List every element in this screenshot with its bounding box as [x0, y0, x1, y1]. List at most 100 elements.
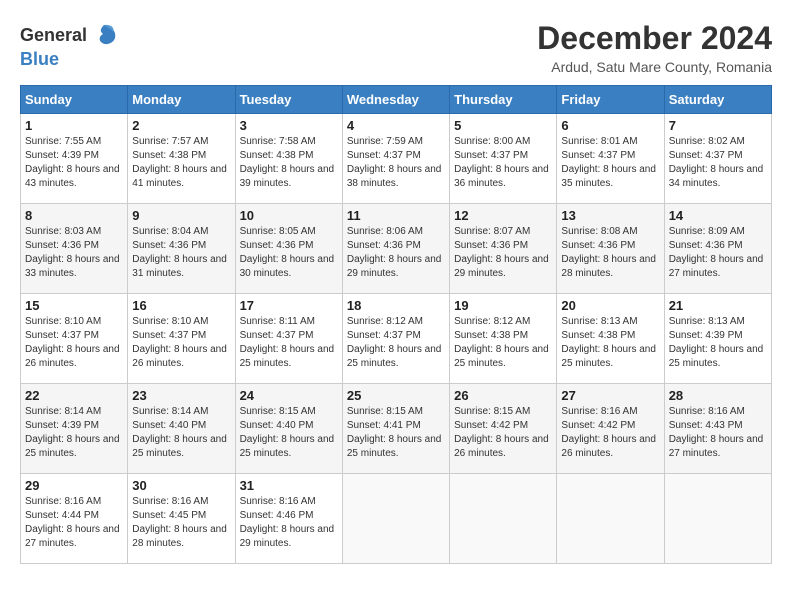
day-info: Sunrise: 8:10 AMSunset: 4:37 PMDaylight:… — [132, 316, 227, 369]
calendar-day-cell: 6 Sunrise: 8:01 AMSunset: 4:37 PMDayligh… — [557, 114, 664, 204]
day-number: 20 — [561, 298, 659, 313]
day-info: Sunrise: 8:16 AMSunset: 4:45 PMDaylight:… — [132, 496, 227, 549]
calendar-day-cell: 1 Sunrise: 7:55 AMSunset: 4:39 PMDayligh… — [21, 114, 128, 204]
calendar-day-cell: 29 Sunrise: 8:16 AMSunset: 4:44 PMDaylig… — [21, 474, 128, 564]
calendar-day-cell: 8 Sunrise: 8:03 AMSunset: 4:36 PMDayligh… — [21, 204, 128, 294]
day-info: Sunrise: 8:14 AMSunset: 4:40 PMDaylight:… — [132, 406, 227, 459]
calendar-day-cell: 26 Sunrise: 8:15 AMSunset: 4:42 PMDaylig… — [450, 384, 557, 474]
day-number: 23 — [132, 388, 230, 403]
day-number: 24 — [240, 388, 338, 403]
calendar-day-cell: 18 Sunrise: 8:12 AMSunset: 4:37 PMDaylig… — [342, 294, 449, 384]
calendar-day-cell: 20 Sunrise: 8:13 AMSunset: 4:38 PMDaylig… — [557, 294, 664, 384]
day-info: Sunrise: 8:06 AMSunset: 4:36 PMDaylight:… — [347, 226, 442, 279]
day-number: 7 — [669, 118, 767, 133]
calendar-day-cell: 9 Sunrise: 8:04 AMSunset: 4:36 PMDayligh… — [128, 204, 235, 294]
day-number: 2 — [132, 118, 230, 133]
day-info: Sunrise: 8:14 AMSunset: 4:39 PMDaylight:… — [25, 406, 120, 459]
day-info: Sunrise: 8:02 AMSunset: 4:37 PMDaylight:… — [669, 136, 764, 189]
day-number: 16 — [132, 298, 230, 313]
calendar-day-cell: 23 Sunrise: 8:14 AMSunset: 4:40 PMDaylig… — [128, 384, 235, 474]
calendar-table: SundayMondayTuesdayWednesdayThursdayFrid… — [20, 85, 772, 564]
day-info: Sunrise: 7:58 AMSunset: 4:38 PMDaylight:… — [240, 136, 335, 189]
day-info: Sunrise: 7:55 AMSunset: 4:39 PMDaylight:… — [25, 136, 120, 189]
weekday-header-cell: Friday — [557, 86, 664, 114]
calendar-week-row: 15 Sunrise: 8:10 AMSunset: 4:37 PMDaylig… — [21, 294, 772, 384]
calendar-day-cell: 24 Sunrise: 8:15 AMSunset: 4:40 PMDaylig… — [235, 384, 342, 474]
main-title: December 2024 — [537, 20, 772, 57]
weekday-header-cell: Monday — [128, 86, 235, 114]
day-info: Sunrise: 8:03 AMSunset: 4:36 PMDaylight:… — [25, 226, 120, 279]
calendar-day-cell — [450, 474, 557, 564]
calendar-day-cell: 19 Sunrise: 8:12 AMSunset: 4:38 PMDaylig… — [450, 294, 557, 384]
calendar-day-cell: 3 Sunrise: 7:58 AMSunset: 4:38 PMDayligh… — [235, 114, 342, 204]
weekday-header-cell: Wednesday — [342, 86, 449, 114]
logo-bird-icon — [89, 20, 119, 50]
day-number: 31 — [240, 478, 338, 493]
logo-text-general: General — [20, 26, 87, 44]
day-info: Sunrise: 7:59 AMSunset: 4:37 PMDaylight:… — [347, 136, 442, 189]
calendar-week-row: 29 Sunrise: 8:16 AMSunset: 4:44 PMDaylig… — [21, 474, 772, 564]
calendar-day-cell: 27 Sunrise: 8:16 AMSunset: 4:42 PMDaylig… — [557, 384, 664, 474]
title-block: December 2024 Ardud, Satu Mare County, R… — [537, 20, 772, 75]
calendar-day-cell: 4 Sunrise: 7:59 AMSunset: 4:37 PMDayligh… — [342, 114, 449, 204]
day-info: Sunrise: 8:11 AMSunset: 4:37 PMDaylight:… — [240, 316, 335, 369]
day-number: 12 — [454, 208, 552, 223]
logo-text-blue: Blue — [20, 49, 59, 69]
weekday-header-cell: Saturday — [664, 86, 771, 114]
calendar-day-cell: 21 Sunrise: 8:13 AMSunset: 4:39 PMDaylig… — [664, 294, 771, 384]
day-info: Sunrise: 8:15 AMSunset: 4:41 PMDaylight:… — [347, 406, 442, 459]
day-info: Sunrise: 8:16 AMSunset: 4:44 PMDaylight:… — [25, 496, 120, 549]
day-info: Sunrise: 8:04 AMSunset: 4:36 PMDaylight:… — [132, 226, 227, 279]
day-number: 17 — [240, 298, 338, 313]
weekday-header-cell: Sunday — [21, 86, 128, 114]
page-header: General Blue December 2024 Ardud, Satu M… — [20, 20, 772, 75]
day-number: 6 — [561, 118, 659, 133]
day-number: 29 — [25, 478, 123, 493]
weekday-header-row: SundayMondayTuesdayWednesdayThursdayFrid… — [21, 86, 772, 114]
day-info: Sunrise: 8:13 AMSunset: 4:38 PMDaylight:… — [561, 316, 656, 369]
day-number: 4 — [347, 118, 445, 133]
day-info: Sunrise: 8:07 AMSunset: 4:36 PMDaylight:… — [454, 226, 549, 279]
calendar-body: 1 Sunrise: 7:55 AMSunset: 4:39 PMDayligh… — [21, 114, 772, 564]
day-number: 3 — [240, 118, 338, 133]
calendar-day-cell — [342, 474, 449, 564]
day-number: 15 — [25, 298, 123, 313]
day-number: 19 — [454, 298, 552, 313]
weekday-header-cell: Tuesday — [235, 86, 342, 114]
logo: General Blue — [20, 20, 119, 70]
day-info: Sunrise: 8:15 AMSunset: 4:40 PMDaylight:… — [240, 406, 335, 459]
calendar-week-row: 22 Sunrise: 8:14 AMSunset: 4:39 PMDaylig… — [21, 384, 772, 474]
day-number: 27 — [561, 388, 659, 403]
day-number: 8 — [25, 208, 123, 223]
day-number: 11 — [347, 208, 445, 223]
calendar-day-cell: 25 Sunrise: 8:15 AMSunset: 4:41 PMDaylig… — [342, 384, 449, 474]
day-number: 10 — [240, 208, 338, 223]
calendar-day-cell: 28 Sunrise: 8:16 AMSunset: 4:43 PMDaylig… — [664, 384, 771, 474]
day-number: 25 — [347, 388, 445, 403]
calendar-day-cell: 15 Sunrise: 8:10 AMSunset: 4:37 PMDaylig… — [21, 294, 128, 384]
day-info: Sunrise: 8:16 AMSunset: 4:42 PMDaylight:… — [561, 406, 656, 459]
day-info: Sunrise: 8:16 AMSunset: 4:43 PMDaylight:… — [669, 406, 764, 459]
calendar-day-cell: 17 Sunrise: 8:11 AMSunset: 4:37 PMDaylig… — [235, 294, 342, 384]
calendar-day-cell: 22 Sunrise: 8:14 AMSunset: 4:39 PMDaylig… — [21, 384, 128, 474]
day-number: 26 — [454, 388, 552, 403]
calendar-day-cell: 16 Sunrise: 8:10 AMSunset: 4:37 PMDaylig… — [128, 294, 235, 384]
day-number: 28 — [669, 388, 767, 403]
day-number: 13 — [561, 208, 659, 223]
day-info: Sunrise: 7:57 AMSunset: 4:38 PMDaylight:… — [132, 136, 227, 189]
calendar-week-row: 1 Sunrise: 7:55 AMSunset: 4:39 PMDayligh… — [21, 114, 772, 204]
calendar-day-cell: 11 Sunrise: 8:06 AMSunset: 4:36 PMDaylig… — [342, 204, 449, 294]
calendar-day-cell: 14 Sunrise: 8:09 AMSunset: 4:36 PMDaylig… — [664, 204, 771, 294]
day-number: 5 — [454, 118, 552, 133]
subtitle: Ardud, Satu Mare County, Romania — [537, 59, 772, 75]
day-number: 9 — [132, 208, 230, 223]
calendar-day-cell: 12 Sunrise: 8:07 AMSunset: 4:36 PMDaylig… — [450, 204, 557, 294]
calendar-day-cell: 30 Sunrise: 8:16 AMSunset: 4:45 PMDaylig… — [128, 474, 235, 564]
calendar-day-cell: 31 Sunrise: 8:16 AMSunset: 4:46 PMDaylig… — [235, 474, 342, 564]
day-info: Sunrise: 8:01 AMSunset: 4:37 PMDaylight:… — [561, 136, 656, 189]
day-info: Sunrise: 8:16 AMSunset: 4:46 PMDaylight:… — [240, 496, 335, 549]
day-info: Sunrise: 8:08 AMSunset: 4:36 PMDaylight:… — [561, 226, 656, 279]
day-number: 30 — [132, 478, 230, 493]
day-number: 1 — [25, 118, 123, 133]
day-number: 18 — [347, 298, 445, 313]
